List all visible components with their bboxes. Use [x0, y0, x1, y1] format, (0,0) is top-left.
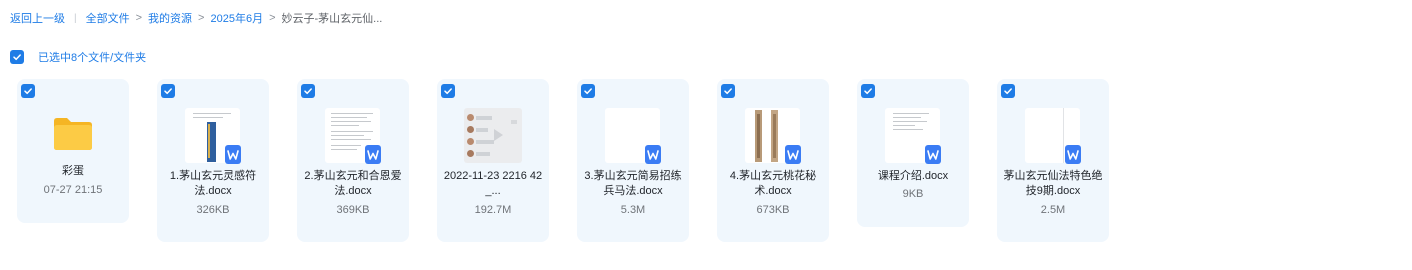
word-icon	[225, 145, 241, 164]
file-size: 2.5M	[1040, 204, 1066, 216]
file-name: 4.茅山玄元桃花秘术.docx	[729, 170, 817, 197]
check-icon	[13, 54, 21, 61]
video-thumbnail	[464, 108, 522, 163]
file-card-docx[interactable]: 3.茅山玄元简易招练兵马法.docx 5.3M	[577, 79, 689, 242]
check-icon	[444, 88, 452, 95]
chevron-right-icon: >	[198, 12, 205, 24]
back-link[interactable]: 返回上一级	[10, 10, 65, 26]
breadcrumb-my-resources[interactable]: 我的资源	[148, 10, 192, 26]
file-name: 课程介绍.docx	[877, 170, 949, 182]
file-checkbox[interactable]	[441, 84, 455, 98]
check-icon	[304, 88, 312, 95]
breadcrumb-current: 妙云子-茅山玄元仙...	[281, 13, 383, 25]
file-card-docx[interactable]: 1.茅山玄元灵感符法.docx 326KB	[157, 79, 269, 242]
word-icon	[645, 145, 661, 164]
check-icon	[584, 88, 592, 95]
file-name: 茅山玄元仙法特色绝技9期.docx	[1003, 170, 1103, 197]
file-checkbox[interactable]	[721, 84, 735, 98]
file-card-video[interactable]: 2022-11-23 2216 42_... 192.7M	[437, 79, 549, 242]
breadcrumb-month-folder[interactable]: 2025年6月	[210, 10, 263, 26]
file-card-docx[interactable]: 2.茅山玄元和合恩爱法.docx 369KB	[297, 79, 409, 242]
file-card-docx[interactable]: 4.茅山玄元桃花秘术.docx 673KB	[717, 79, 829, 242]
file-checkbox[interactable]	[21, 84, 35, 98]
breadcrumb-all-files[interactable]: 全部文件	[86, 10, 130, 26]
file-size: 369KB	[336, 204, 370, 216]
check-icon	[864, 88, 872, 95]
file-name: 彩蛋	[62, 165, 84, 177]
word-icon	[1065, 145, 1081, 164]
file-size: 192.7M	[474, 204, 512, 216]
chevron-right-icon: >	[269, 12, 276, 24]
chevron-right-icon: >	[135, 12, 143, 24]
file-name: 3.茅山玄元简易招练兵马法.docx	[584, 170, 682, 197]
check-icon	[1004, 88, 1012, 95]
check-icon	[24, 88, 32, 95]
breadcrumb: 返回上一级 | 全部文件 > 我的资源 > 2025年6月 > 妙云子-茅山玄元…	[10, 10, 382, 26]
file-checkbox[interactable]	[861, 84, 875, 98]
file-checkbox[interactable]	[581, 84, 595, 98]
file-size: 5.3M	[620, 204, 646, 216]
check-icon	[164, 88, 172, 95]
file-card-docx[interactable]: 茅山玄元仙法特色绝技9期.docx 2.5M	[997, 79, 1109, 242]
word-icon	[365, 145, 381, 164]
file-checkbox[interactable]	[1001, 84, 1015, 98]
word-icon	[925, 145, 941, 164]
file-checkbox[interactable]	[301, 84, 315, 98]
file-date: 07-27 21:15	[43, 184, 103, 196]
selection-bar: 已选中8个文件/文件夹	[10, 50, 146, 64]
file-name: 2022-11-23 2216 42_...	[443, 170, 543, 197]
select-all-checkbox[interactable]	[10, 50, 24, 64]
folder-icon	[54, 118, 92, 150]
check-icon	[724, 88, 732, 95]
file-card-folder[interactable]: 彩蛋 07-27 21:15	[17, 79, 129, 223]
selection-count-label: 已选中8个文件/文件夹	[38, 52, 147, 64]
breadcrumb-divider: |	[74, 12, 77, 24]
file-size: 9KB	[902, 188, 924, 200]
file-name: 2.茅山玄元和合恩爱法.docx	[304, 170, 402, 197]
file-size: 673KB	[756, 204, 790, 216]
word-icon	[785, 145, 801, 164]
file-card-docx[interactable]: 课程介绍.docx 9KB	[857, 79, 969, 227]
file-name: 1.茅山玄元灵感符法.docx	[169, 170, 257, 197]
file-size: 326KB	[196, 204, 230, 216]
file-checkbox[interactable]	[161, 84, 175, 98]
